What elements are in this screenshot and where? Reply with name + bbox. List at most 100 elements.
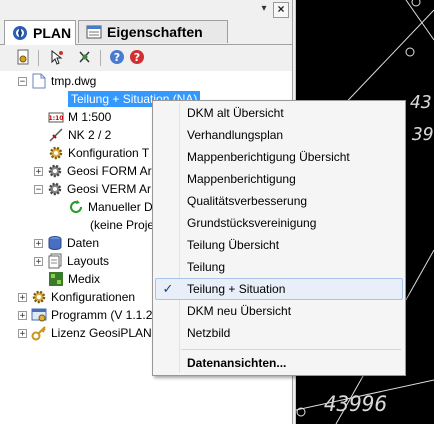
menu-item-label: Teilung + Situation (187, 282, 286, 296)
menu-item-teilung-uebersicht[interactable]: Teilung Übersicht (155, 235, 403, 255)
tree-node-label: Layouts (67, 254, 110, 268)
tab-eigenschaften[interactable]: Eigenschaften (78, 20, 228, 43)
cad-label-39: 39 (412, 124, 434, 145)
tree-node-nk[interactable]: NK 2 / 2 (48, 126, 111, 144)
key-icon (31, 325, 47, 341)
tree-node-lizenz[interactable]: + Lizenz GeosiPLAN (18, 324, 152, 342)
panel-close-button[interactable]: × (273, 2, 289, 18)
node-tool-button[interactable] (76, 49, 94, 67)
database-icon (47, 235, 63, 251)
tree-node-programm[interactable]: + Programm (V 1.1.2 (18, 306, 152, 324)
node-tool-icon (77, 49, 93, 68)
tree-node-label: Konfigurationen (51, 290, 136, 304)
view-context-menu: DKM alt Übersicht Verhandlungsplan Mappe… (152, 100, 406, 376)
menu-item-dkm-alt-uebersicht[interactable]: DKM alt Übersicht (155, 103, 403, 123)
tree-node-root[interactable]: − tmp.dwg (18, 72, 96, 90)
expand-toggle[interactable]: + (18, 310, 27, 320)
tree-node-konfigurationen[interactable]: + Konfigurationen (18, 288, 135, 306)
tree-node-layouts[interactable]: + Layouts (34, 252, 109, 270)
tree-node-label: Konfiguration T (68, 146, 150, 160)
tab-strip: PLAN Eigenschaften (0, 18, 292, 45)
tree-node-scale[interactable]: 1:10 M 1:500 (48, 108, 111, 126)
tree-node-label: Daten (67, 236, 100, 250)
properties-icon (86, 24, 102, 40)
medix-icon (48, 271, 64, 287)
tree-node-label: Programm (V 1.1.2 (51, 308, 153, 322)
cad-label-43996: 43996 (324, 392, 388, 416)
menu-item-grundstuecksvereinigung[interactable]: Grundstücksvereinigung (155, 213, 403, 233)
panel-titlebar: ▾ × (0, 0, 292, 18)
tab-eigenschaften-label: Eigenschaften (107, 24, 203, 40)
tree-node-label: tmp.dwg (51, 74, 97, 88)
tree-node-label: M 1:500 (68, 110, 112, 124)
tree-node-keine-projekte[interactable]: (keine Proje (90, 216, 154, 234)
expand-toggle[interactable]: + (34, 238, 43, 248)
measure-icon (48, 127, 64, 143)
menu-item-dkm-neu-uebersicht[interactable]: DKM neu Übersicht (155, 301, 403, 321)
tree-node-manuell[interactable]: Manueller D (68, 198, 153, 216)
tree-node-medix[interactable]: Medix (48, 270, 100, 288)
checkmark-icon: ✓ (162, 281, 174, 296)
expand-toggle[interactable]: + (18, 292, 27, 302)
panel-menu-button[interactable]: ▾ (258, 3, 270, 15)
menu-item-netzbild[interactable]: Netzbild (155, 323, 403, 343)
stop-icon: ? (129, 49, 145, 68)
menu-item-label: Grundstücksvereinigung (187, 216, 317, 230)
menu-item-label: Datenansichten... (187, 356, 287, 370)
menu-item-label: DKM neu Übersicht (187, 304, 292, 318)
tree-node-konfiguration[interactable]: Konfiguration T (48, 144, 149, 162)
drawing-file-icon (31, 73, 47, 89)
menu-separator (181, 349, 401, 350)
expand-toggle[interactable]: + (34, 256, 43, 266)
document-settings-button[interactable] (14, 49, 32, 67)
tree-node-label: Lizenz GeosiPLAN (51, 326, 152, 340)
document-settings-icon (15, 49, 31, 68)
collapse-toggle[interactable]: − (34, 184, 43, 194)
collapse-toggle[interactable]: − (18, 76, 27, 86)
tab-plan[interactable]: PLAN (4, 20, 76, 45)
menu-item-verhandlungsplan[interactable]: Verhandlungsplan (155, 125, 403, 145)
layouts-icon (47, 253, 63, 269)
tree-node-daten[interactable]: + Daten (34, 234, 99, 252)
menu-item-teilung[interactable]: Teilung (155, 257, 403, 277)
plan-icon (12, 25, 28, 41)
tree-node-geosi-verm[interactable]: − Geosi VERM Ar (34, 180, 151, 198)
tree-node-label: NK 2 / 2 (68, 128, 112, 142)
toolbar-separator (100, 50, 101, 66)
help-icon: ? (109, 49, 125, 68)
menu-item-mappenberichtigung-uebersicht[interactable]: Mappenberichtigung Übersicht (155, 147, 403, 167)
tree-node-label: (keine Proje (90, 218, 155, 232)
gear-icon (48, 145, 64, 161)
expand-toggle[interactable]: + (18, 328, 27, 338)
panel-toolbar: ? ? (0, 45, 292, 71)
svg-text:?: ? (114, 51, 120, 64)
refresh-icon (68, 199, 84, 215)
expand-toggle[interactable]: + (34, 166, 43, 176)
gear-icon (47, 163, 63, 179)
program-icon (31, 307, 47, 323)
menu-item-teilung-situation[interactable]: ✓ Teilung + Situation (155, 278, 403, 300)
menu-item-qualitaetsverbesserung[interactable]: Qualitätsverbesserung (155, 191, 403, 211)
menu-item-label: Teilung (187, 260, 226, 274)
menu-item-label: DKM alt Übersicht (187, 106, 284, 120)
menu-item-label: Mappenberichtigung Übersicht (187, 150, 350, 164)
menu-item-label: Qualitätsverbesserung (187, 194, 308, 208)
toolbar-separator (38, 50, 39, 66)
gear-icon (47, 181, 63, 197)
tab-plan-label: PLAN (33, 25, 72, 41)
tree-node-geosi-form[interactable]: + Geosi FORM Ar (34, 162, 152, 180)
stop-button[interactable]: ? (128, 49, 146, 67)
menu-item-mappenberichtigung[interactable]: Mappenberichtigung (155, 169, 403, 189)
menu-item-label: Netzbild (187, 326, 231, 340)
select-tool-button[interactable] (48, 49, 66, 67)
cad-label-43: 43 (410, 92, 432, 113)
select-tool-icon (49, 49, 65, 68)
menu-item-datenansichten[interactable]: Datenansichten... (155, 353, 403, 373)
scale-icon: 1:10 (48, 109, 64, 125)
tree-node-label: Geosi VERM Ar (67, 182, 152, 196)
menu-item-label: Verhandlungsplan (187, 128, 284, 142)
svg-text:?: ? (134, 51, 140, 64)
help-button[interactable]: ? (108, 49, 126, 67)
menu-item-label: Teilung Übersicht (187, 238, 280, 252)
menu-item-label: Mappenberichtigung (187, 172, 296, 186)
